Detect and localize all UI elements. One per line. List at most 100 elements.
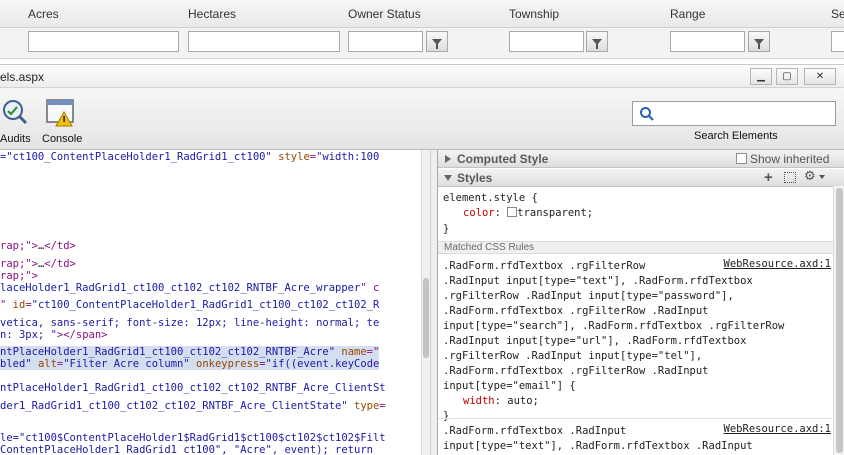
column-header-section[interactable]: Se: [831, 7, 844, 21]
gear-icon[interactable]: ⚙: [804, 169, 816, 184]
dom-token: laceHolder1_RadGrid1_ct100_ct102_ct102_R…: [0, 282, 361, 294]
grid-header: Acres Hectares Owner Status Township Ran…: [0, 0, 844, 28]
filter-township-input[interactable]: [509, 31, 584, 52]
dom-token: alt: [37, 358, 57, 370]
computed-style-header[interactable]: Computed Style Show inherited: [438, 150, 844, 168]
devtools-toolbar: Audits Console Search Elements: [0, 88, 844, 150]
dom-node-line[interactable]: ntPlaceHolder1_RadGrid1_ct100_ct102_ct10…: [0, 382, 386, 394]
css-rule[interactable]: WebResource.axd:1 .RadForm.rfdTextbox .r…: [438, 258, 834, 422]
dom-token: bled": [0, 358, 38, 370]
dom-node-line[interactable]: rap;">: [0, 270, 38, 282]
dom-node-line[interactable]: ="ct100_ContentPlaceHolder1_RadGrid1_ct1…: [0, 151, 379, 163]
restore-button[interactable]: ▢: [776, 68, 798, 85]
dom-node-line[interactable]: ContentPlaceHolder1_RadGrid1_ct100", "Ac…: [0, 444, 379, 455]
rule-source-link[interactable]: WebResource.axd:1: [724, 258, 831, 270]
show-inherited-checkbox[interactable]: [736, 153, 747, 164]
css-selector-line: .RadForm.rfdTextbox .rgFilterRow .RadInp…: [443, 365, 709, 377]
filter-range-button[interactable]: [748, 31, 770, 52]
color-swatch[interactable]: [507, 207, 518, 217]
css-rule[interactable]: WebResource.axd:1 .RadForm.rfdTextbox .R…: [438, 423, 834, 455]
styles-header[interactable]: Styles + ⚙: [438, 169, 844, 187]
column-header-range[interactable]: Range: [670, 7, 705, 21]
audits-tool[interactable]: Audits: [0, 98, 34, 146]
dom-node-line[interactable]: rap;">…</td>: [0, 240, 76, 252]
css-selector-line: .RadForm.rfdTextbox .RadInput: [443, 425, 627, 437]
dom-node-line[interactable]: n: 3px; "></span>: [0, 329, 107, 341]
dom-token: id: [12, 299, 26, 311]
rule-source-link[interactable]: WebResource.axd:1: [724, 423, 831, 435]
dom-scrollbar[interactable]: [421, 150, 430, 455]
restore-icon: ▢: [782, 71, 792, 82]
dom-token: =": [366, 346, 380, 358]
filter-township-button[interactable]: [586, 31, 608, 52]
toggle-element-state-icon[interactable]: [784, 172, 796, 183]
sidebar-scrollbar[interactable]: [833, 186, 844, 455]
column-header-acres[interactable]: Acres: [28, 7, 59, 21]
dom-token: ></span>: [56, 329, 108, 341]
dom-node-line[interactable]: ntPlaceHolder1_RadGrid1_ct100_ct102_ct10…: [0, 346, 380, 358]
search-caption: Search Elements: [694, 130, 778, 142]
dom-token: rap;">: [0, 240, 38, 252]
elements-dom-tree[interactable]: = "ct100_ContentPlaceHolder1_RadGrid1_ct1…: [0, 150, 430, 455]
dom-scrollbar-thumb[interactable]: [423, 278, 429, 358]
column-header-owner-status[interactable]: Owner Status: [348, 7, 421, 21]
close-button[interactable]: ✕: [804, 68, 836, 85]
css-property-value: : auto;: [494, 395, 539, 407]
devtools-titlebar: els.aspx ▁ ▢ ✕: [0, 64, 844, 88]
dom-node-line[interactable]: der1_RadGrid1_ct100_ct102_ct102_RNTBF_Ac…: [0, 400, 386, 412]
close-icon: ✕: [815, 71, 825, 82]
dom-node-line[interactable]: rap;">…</td>: [0, 258, 76, 270]
dom-token: "Filter Acre column": [63, 358, 196, 370]
dom-node-line[interactable]: " id="ct100_ContentPlaceHolder1_RadGrid1…: [0, 299, 379, 311]
chevron-down-icon[interactable]: [819, 175, 825, 179]
dom-token: n: 3px; ": [0, 329, 57, 341]
sidebar-scrollbar-thumb[interactable]: [836, 188, 843, 453]
dom-token: vetica, sans-serif; font-size: 12px; lin…: [0, 317, 380, 329]
dom-token: =: [379, 400, 386, 412]
dom-node-line[interactable]: le="ct100$ContentPlaceHolder1$RadGrid1$c…: [0, 432, 386, 444]
minimize-button[interactable]: ▁: [750, 68, 772, 85]
filter-section-input[interactable]: [831, 31, 844, 52]
dom-token: rap;">: [0, 270, 38, 282]
dom-token: ="ct100_ContentPlaceHolder1_RadGrid1_ct1…: [0, 151, 279, 163]
dom-node-line[interactable]: bled" alt="Filter Acre column" onkeypres…: [0, 358, 380, 370]
column-header-hectares[interactable]: Hectares: [188, 7, 236, 21]
css-selector-line: input[type="email"] {: [443, 380, 576, 392]
dom-token: ntPlaceHolder1_RadGrid1_ct100_ct102_ct10…: [0, 382, 386, 394]
styles-sidebar: Computed Style Show inherited Styles + ⚙…: [437, 150, 844, 455]
filter-acres-input[interactable]: [28, 31, 179, 52]
dom-token: ": [0, 299, 13, 311]
dom-token: style: [278, 151, 310, 163]
element-style-selector: element.style {: [443, 192, 538, 204]
dom-token: </td>: [44, 240, 76, 252]
matched-css-rules-label: Matched CSS Rules: [444, 242, 535, 253]
dom-node-line[interactable]: laceHolder1_RadGrid1_ct100_ct102_ct102_R…: [0, 282, 379, 294]
css-selector-line: .RadInput input[type="text"], .RadForm.r…: [443, 275, 753, 287]
element-style-declaration[interactable]: color: transparent;: [463, 207, 593, 219]
minimize-icon: ▁: [757, 71, 765, 82]
css-selector-line: .RadInput input[type="url"], .RadForm.rf…: [443, 335, 747, 347]
css-declaration[interactable]: width: auto;: [463, 395, 539, 407]
devtools-title: els.aspx: [0, 70, 45, 84]
dom-token: name: [341, 346, 367, 358]
filter-owner-status-input[interactable]: [348, 31, 423, 52]
dom-token: rap;">: [0, 258, 38, 270]
panel-splitter[interactable]: [430, 150, 437, 455]
dom-node-line[interactable]: vetica, sans-serif; font-size: 12px; lin…: [0, 317, 379, 329]
css-selector-line: .RadForm.rfdTextbox .rgFilterRow .RadInp…: [443, 305, 709, 317]
css-property-name: width: [463, 395, 495, 407]
filter-range-input[interactable]: [670, 31, 745, 52]
css-property-value: transparent;: [517, 207, 594, 219]
column-header-township[interactable]: Township: [509, 7, 559, 21]
show-inherited-label: Show inherited: [750, 152, 830, 166]
dom-token: "if((event.keyCode: [265, 358, 380, 370]
css-selector-line: .rgFilterRow .RadInput input[type="passw…: [443, 290, 734, 302]
filter-hectares-input[interactable]: [188, 31, 340, 52]
add-rule-icon[interactable]: +: [764, 169, 773, 186]
dom-token: " c: [360, 282, 380, 294]
console-label: Console: [42, 133, 83, 145]
search-elements-input[interactable]: [632, 101, 836, 126]
console-tool[interactable]: Console: [40, 98, 84, 146]
element-style-rule[interactable]: element.style { color: transparent; }: [438, 190, 834, 238]
filter-owner-status-button[interactable]: [426, 31, 448, 52]
